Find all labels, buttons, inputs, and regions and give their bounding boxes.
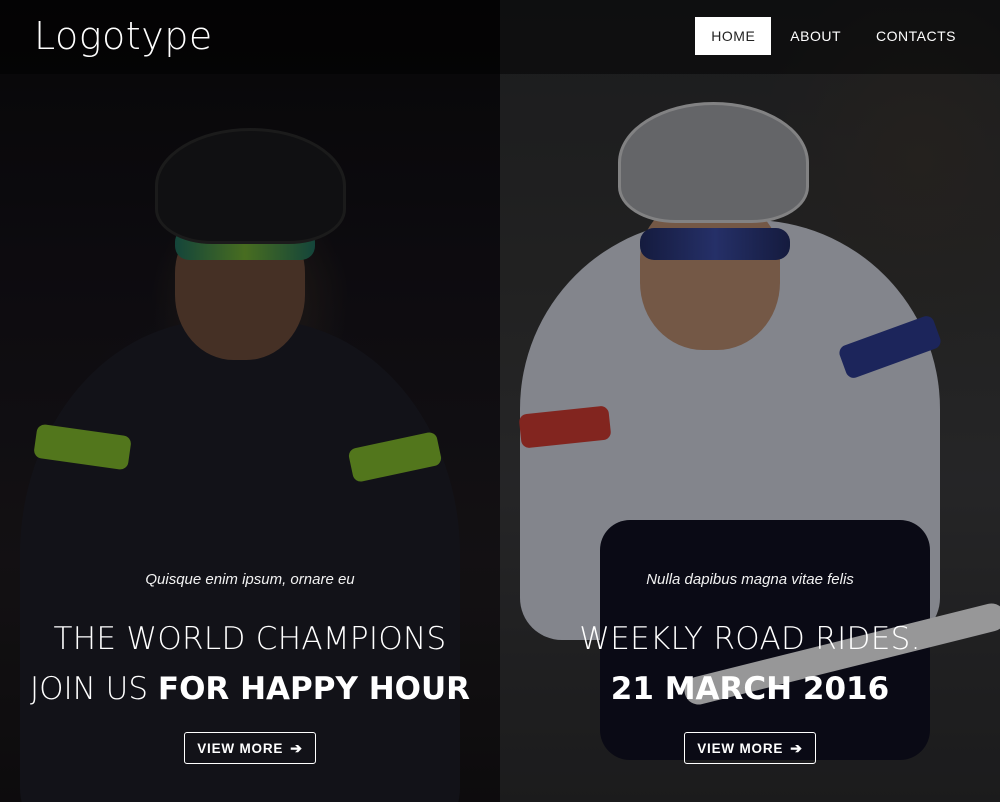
- nav-item-about[interactable]: ABOUT: [774, 17, 857, 55]
- slide-caption-right: Nulla dapibus magna vitae felis WEEKLY R…: [500, 570, 1000, 764]
- nav-item-home[interactable]: HOME: [695, 17, 772, 55]
- view-more-button[interactable]: VIEW MORE ➔: [184, 732, 316, 764]
- slide-heading-line1: WEEKLY ROAD RIDES.: [579, 621, 921, 657]
- nav-item-contacts[interactable]: CONTACTS: [860, 17, 972, 55]
- slide-heading-date: 21 MARCH 2016: [610, 671, 890, 707]
- heading-light-text: JOIN US: [29, 671, 158, 707]
- arrow-right-icon: ➔: [790, 739, 803, 756]
- view-more-label: VIEW MORE: [197, 740, 284, 756]
- hero-page: Logotype HOME ABOUT CONTACTS Quisque eni…: [0, 0, 1000, 802]
- slide-subtitle: Quisque enim ipsum, ornare eu: [145, 571, 355, 588]
- slide-caption-left: Quisque enim ipsum, ornare eu THE WORLD …: [0, 570, 500, 764]
- slide-heading-line2: JOIN US FOR HAPPY HOUR: [0, 664, 500, 714]
- view-more-label: VIEW MORE: [697, 740, 784, 756]
- view-more-button[interactable]: VIEW MORE ➔: [684, 732, 816, 764]
- logo[interactable]: Logotype: [34, 14, 213, 58]
- slide-heading-line1: THE WORLD CHAMPIONS: [53, 621, 447, 657]
- site-header: Logotype HOME ABOUT CONTACTS: [0, 0, 1000, 74]
- arrow-right-icon: ➔: [290, 739, 303, 756]
- heading-bold-text: FOR HAPPY HOUR: [157, 671, 471, 707]
- main-nav: HOME ABOUT CONTACTS: [692, 17, 972, 55]
- slide-subtitle: Nulla dapibus magna vitae felis: [646, 571, 854, 588]
